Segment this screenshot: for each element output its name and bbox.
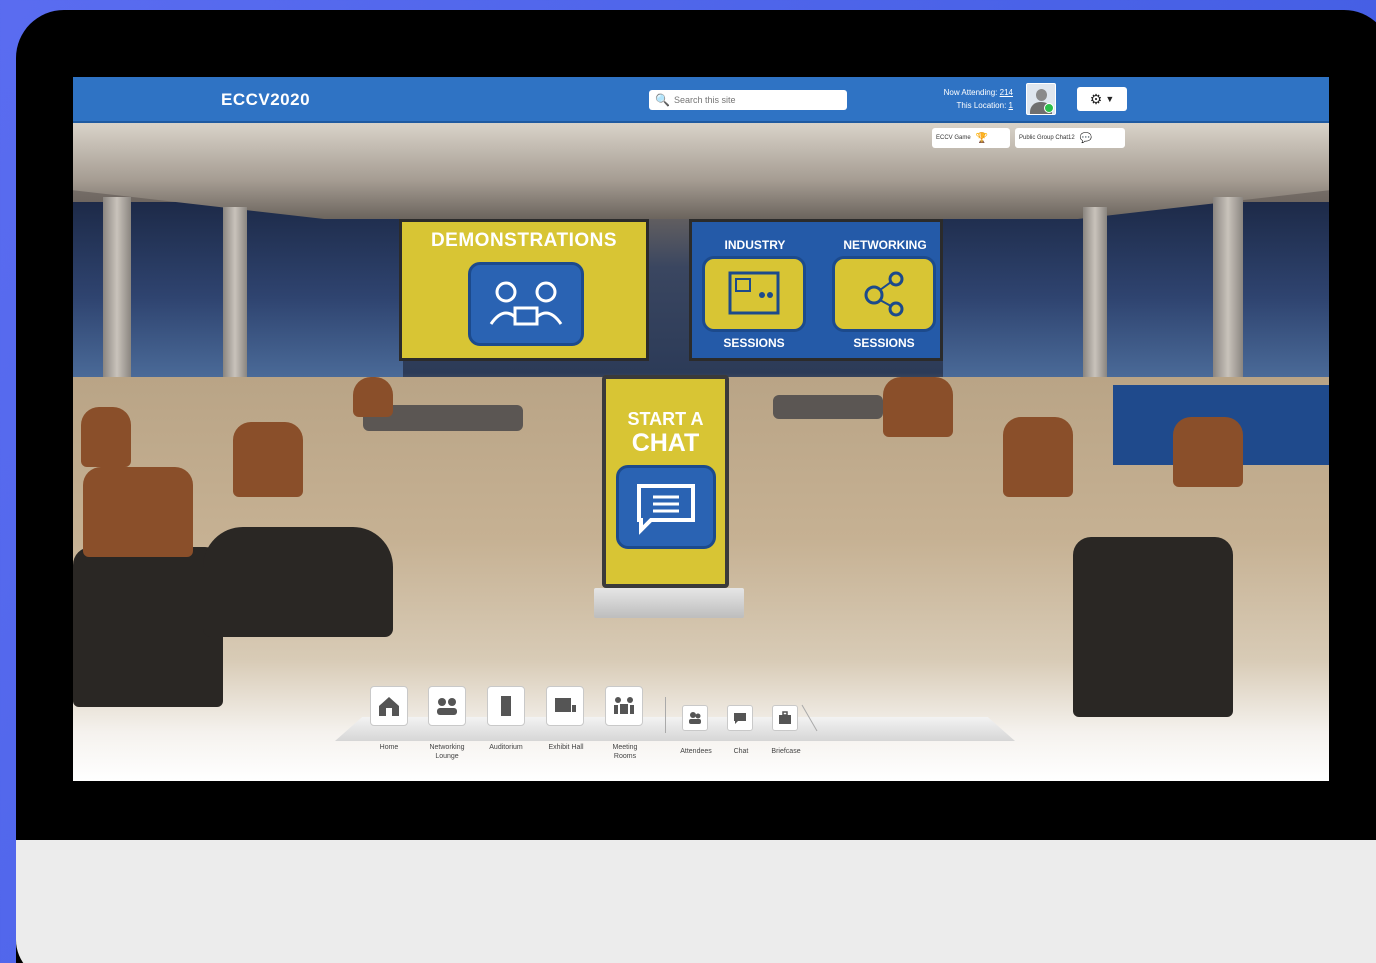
attendees-icon — [689, 712, 701, 724]
dock-networking-lounge-button[interactable] — [428, 686, 466, 726]
chair — [81, 407, 131, 467]
games-button[interactable]: ECCV Game 🏆 — [932, 128, 1010, 148]
booth-icon — [728, 271, 780, 315]
chair — [203, 527, 393, 637]
public-chat-button[interactable]: Public Group Chat12 💬 — [1015, 128, 1125, 148]
booth-icon — [555, 698, 576, 712]
pillar — [223, 207, 247, 387]
public-chat-label: Public Group Chat12 — [1019, 135, 1075, 141]
sofa — [773, 395, 883, 419]
dock-attendees-button[interactable] — [682, 705, 708, 731]
chevron-down-icon: ▼ — [1105, 94, 1115, 104]
chair — [883, 377, 953, 437]
network-nodes-icon — [864, 271, 904, 317]
search-icon[interactable]: 🔍 — [655, 93, 670, 107]
kiosk-line2: CHAT — [631, 429, 700, 457]
industry-sessions-label: SESSIONS — [723, 336, 785, 350]
chair — [83, 467, 193, 557]
people-icon — [437, 698, 457, 715]
chat-icon — [734, 713, 746, 724]
start-chat-kiosk[interactable]: START A CHAT — [602, 375, 729, 588]
ceiling — [73, 123, 1329, 219]
briefcase-icon — [779, 711, 791, 724]
dock-chat-label: Chat — [733, 748, 749, 755]
games-label: ECCV Game — [936, 135, 971, 141]
kiosk-base — [594, 588, 744, 618]
dock-briefcase-button[interactable] — [772, 705, 798, 731]
dock-meeting-rooms-label: Meeting Rooms — [612, 744, 638, 760]
chair — [1173, 417, 1243, 487]
dock-exhibit-hall-button[interactable] — [546, 686, 584, 726]
monitor-chin — [16, 840, 1376, 963]
networking-sessions-button[interactable] — [832, 256, 936, 332]
brand-title[interactable]: ECCV2020 — [221, 90, 310, 110]
demo-presenters-icon — [468, 262, 584, 346]
virtual-venue-screen: ECCV2020 🔍 Now Attending: 214 This Locat… — [73, 77, 1329, 781]
now-attending-label: Now Attending: — [943, 88, 998, 97]
kiosk-line1: START A — [627, 409, 704, 429]
dock-meeting-rooms-button[interactable] — [605, 686, 643, 726]
industry-sessions-button[interactable] — [702, 256, 806, 332]
search-input[interactable] — [673, 95, 834, 105]
chair — [353, 377, 393, 417]
attendance-info: Now Attending: 214 This Location: 1 — [901, 86, 1013, 112]
meeting-icon — [614, 697, 634, 714]
industry-title: INDUSTRY — [724, 238, 786, 252]
dock-auditorium-label: Auditorium — [489, 744, 523, 751]
user-avatar[interactable] — [1026, 83, 1056, 115]
dock-home-label: Home — [379, 744, 399, 751]
pillar — [103, 197, 131, 397]
settings-menu-button[interactable]: ⚙ ▼ — [1077, 87, 1127, 111]
dock-divider — [665, 697, 666, 733]
pillar — [1213, 197, 1243, 397]
search-box[interactable]: 🔍 — [649, 90, 847, 110]
chat-message-icon — [616, 465, 716, 549]
demonstrations-banner[interactable]: DEMONSTRATIONS — [399, 219, 649, 361]
dock-auditorium-button[interactable] — [487, 686, 525, 726]
chair — [1073, 537, 1233, 717]
dock-chat-button[interactable] — [727, 705, 753, 731]
top-nav-bar: ECCV2020 🔍 Now Attending: 214 This Locat… — [73, 77, 1329, 123]
chair — [233, 422, 303, 497]
now-attending-count[interactable]: 214 — [1000, 88, 1013, 97]
door-icon — [501, 696, 511, 716]
networking-sessions-label: SESSIONS — [853, 336, 915, 350]
dock-exhibit-hall-label: Exhibit Hall — [548, 744, 584, 751]
online-status-icon — [1044, 103, 1054, 113]
city-window-right — [943, 202, 1329, 377]
dock-briefcase-label: Briefcase — [771, 748, 801, 755]
networking-title: NETWORKING — [843, 238, 927, 252]
house-icon — [379, 697, 399, 716]
dock-networking-lounge-label: Networking Lounge — [429, 744, 465, 760]
sessions-banner: INDUSTRY NETWORKING SESSIONS SESSIONS — [689, 219, 943, 361]
this-location-label: This Location: — [956, 101, 1007, 110]
gear-icon: ⚙ — [1089, 90, 1103, 107]
this-location-count[interactable]: 1 — [1009, 101, 1013, 110]
chat-bubbles-icon: 💬 — [1079, 132, 1093, 144]
trophy-icon: 🏆 — [975, 132, 989, 144]
chair — [1003, 417, 1073, 497]
dock-home-button[interactable] — [370, 686, 408, 726]
demonstrations-title: DEMONSTRATIONS — [430, 230, 618, 251]
dock-attendees-label: Attendees — [680, 748, 712, 755]
chair — [73, 547, 223, 707]
avatar-head — [1036, 89, 1047, 101]
pillar — [1083, 207, 1107, 387]
